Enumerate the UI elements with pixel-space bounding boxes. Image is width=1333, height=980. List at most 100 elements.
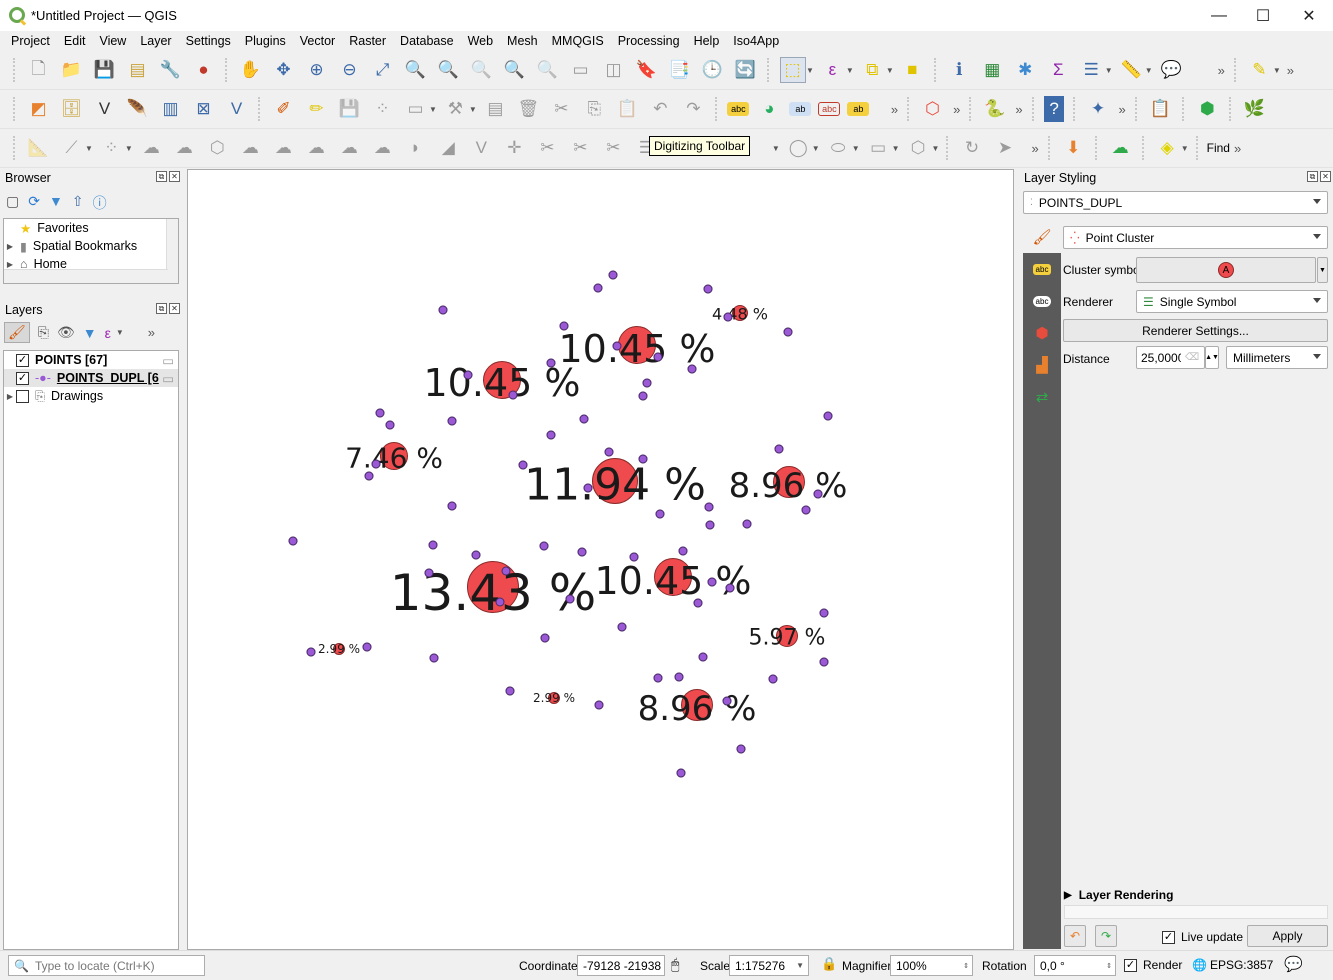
show-hide-labels-icon[interactable]: abc [818,102,841,116]
new-bookmark-icon[interactable]: 🔖 [634,57,660,83]
menu-vector[interactable]: Vector [293,34,342,48]
history-tab-icon[interactable]: ⇄ [1023,381,1061,413]
distance-input[interactable]: 25,0000 ⌫ [1136,346,1205,369]
more-tools-icon[interactable]: » [1287,63,1294,78]
labels-tab-icon[interactable]: abc [1023,253,1061,285]
redo-style-button[interactable]: ↷ [1095,925,1117,947]
dropdown-icon[interactable]: ▼ [932,144,940,153]
add-line-icon[interactable]: ⟋ [59,135,85,161]
show-bookmarks-icon[interactable]: 📑 [667,57,693,83]
browser-item-favorites[interactable]: ★ Favorites [4,219,178,237]
distance-unit-select[interactable]: Millimeters [1226,346,1328,369]
menu-processing[interactable]: Processing [611,34,687,48]
undo-icon[interactable]: ↶ [647,96,673,122]
advanced-digitizing-icon[interactable]: 📐 [26,135,52,161]
toolbar-handle[interactable] [714,97,719,121]
undo-style-button[interactable]: ↶ [1064,925,1086,947]
magnifier-field[interactable]: 100% ⇕ [890,955,973,976]
modify-attributes-icon[interactable]: ⚒ [442,96,468,122]
simplify-feature-icon[interactable]: ☁ [171,135,197,161]
lock-scale-icon[interactable]: 🔒 [821,956,837,972]
menu-mesh[interactable]: Mesh [500,34,545,48]
dropdown-icon[interactable]: ▼ [886,66,894,75]
polygon-tool-icon[interactable]: ⬡ [905,135,931,161]
new-virtual-layer-icon[interactable]: ▥ [158,96,184,122]
dropdown-icon[interactable]: ▼ [469,105,477,114]
layout-manager-icon[interactable]: 🔧 [158,57,184,83]
toolbar-handle[interactable] [1233,58,1238,82]
layer-visibility-checkbox[interactable]: ✓ [16,371,29,385]
select-by-location-icon[interactable]: ■ [899,57,925,83]
label-layer-icon[interactable]: abc [727,102,750,116]
help-contents-icon[interactable]: ? [1044,96,1065,122]
3d-view-tab-icon[interactable]: ⬢ [1023,317,1061,349]
add-point-icon[interactable]: ⁘ [370,96,396,122]
merge-attributes-icon[interactable]: ✂ [600,135,626,161]
fill-ring-icon[interactable]: ☁ [270,135,296,161]
add-group-icon[interactable]: ⎘ [38,324,49,341]
vertex-tool-icon[interactable]: ▭ [403,96,429,122]
spinner-icon[interactable]: ⇕ [963,962,969,970]
tracing-icon[interactable]: ➤ [992,135,1018,161]
delete-ring-icon[interactable]: ☁ [303,135,329,161]
plugin-hexagon-icon[interactable]: ⬢ [1194,96,1220,122]
float-icon[interactable]: ⧉ [1307,171,1318,182]
menu-edit[interactable]: Edit [57,34,93,48]
attribute-table-icon[interactable]: ▦ [979,57,1005,83]
zoom-to-selection-icon[interactable]: 🔍 [403,57,429,83]
dropdown-icon[interactable]: ▼ [1273,66,1281,75]
menu-web[interactable]: Web [461,34,500,48]
render-toggle[interactable]: ✓ Render [1124,958,1182,972]
new-spatialite-layer-icon[interactable]: 🪶 [125,96,151,122]
add-part-icon[interactable]: ☁ [237,135,263,161]
plugin-network-icon[interactable]: ✦ [1085,96,1111,122]
more-tools-icon[interactable]: » [953,102,960,117]
toolbar-handle[interactable] [1094,136,1099,160]
split-parts-icon[interactable]: ✂ [534,135,560,161]
toggle-extents-icon[interactable]: 🖱 [671,956,679,973]
deselect-icon[interactable]: ⧉ [859,57,885,83]
masks-tab-icon[interactable]: abc [1023,285,1061,317]
new-mesh-layer-icon[interactable]: ⊠ [191,96,217,122]
minimize-button[interactable]: — [1196,0,1242,31]
more-tools-icon[interactable]: » [1218,63,1225,78]
zoom-out-icon[interactable]: ⊖ [337,57,363,83]
statistical-summary-icon[interactable]: Σ [1045,57,1071,83]
current-edits-icon[interactable]: ✐ [271,96,297,122]
filter-expression-icon[interactable]: ε [105,325,111,341]
reverse-line-icon[interactable]: ◢ [435,135,461,161]
maximize-button[interactable]: ☐ [1240,0,1286,31]
more-tools-icon[interactable]: » [1234,141,1241,156]
move-feature-icon[interactable]: ⁘ [98,135,124,161]
save-project-icon[interactable]: 💾 [92,57,118,83]
dropdown-icon[interactable]: ▼ [892,144,900,153]
select-dropdown-icon[interactable]: ▼ [806,66,814,75]
toolbar-handle[interactable] [13,136,17,160]
python-console-icon[interactable]: 🐍 [982,96,1008,122]
menu-mmqgis[interactable]: MMQGIS [545,34,611,48]
dropdown-icon[interactable]: ▼ [85,144,93,153]
toolbar-handle[interactable] [13,58,17,82]
toolbar-handle[interactable] [1195,136,1200,160]
zoom-last-icon[interactable]: 🔍 [502,57,528,83]
dropdown-icon[interactable]: ▼ [1181,144,1189,153]
collapse-all-icon[interactable]: ⇧ [72,193,84,213]
plugin-leaf-icon[interactable]: 🌿 [1241,96,1267,122]
layer-rendering-section[interactable]: ▶ Layer Rendering [1064,888,1173,902]
apply-button[interactable]: Apply [1247,925,1328,947]
measure-line-icon[interactable]: 📏 [1118,57,1144,83]
new-temporary-layer-icon[interactable]: V [224,96,250,122]
diagram-icon[interactable]: ◕ [756,96,782,122]
toolbar-handle[interactable] [933,58,938,82]
pan-icon[interactable]: ✋ [238,57,264,83]
reshape-icon[interactable]: ☁ [369,135,395,161]
paste-features-icon[interactable]: 📋 [614,96,640,122]
trim-extend-icon[interactable]: V [468,135,494,161]
toolbar-handle[interactable] [969,97,973,121]
layer-visibility-checkbox[interactable]: ✓ [16,353,29,367]
cut-features-icon[interactable]: ✂ [548,96,574,122]
add-selected-layers-icon[interactable]: ▢ [6,193,19,213]
new-project-icon[interactable]: 🗋 [26,57,52,83]
redo-icon[interactable]: ↷ [680,96,706,122]
split-features-icon[interactable]: ✛ [501,135,527,161]
